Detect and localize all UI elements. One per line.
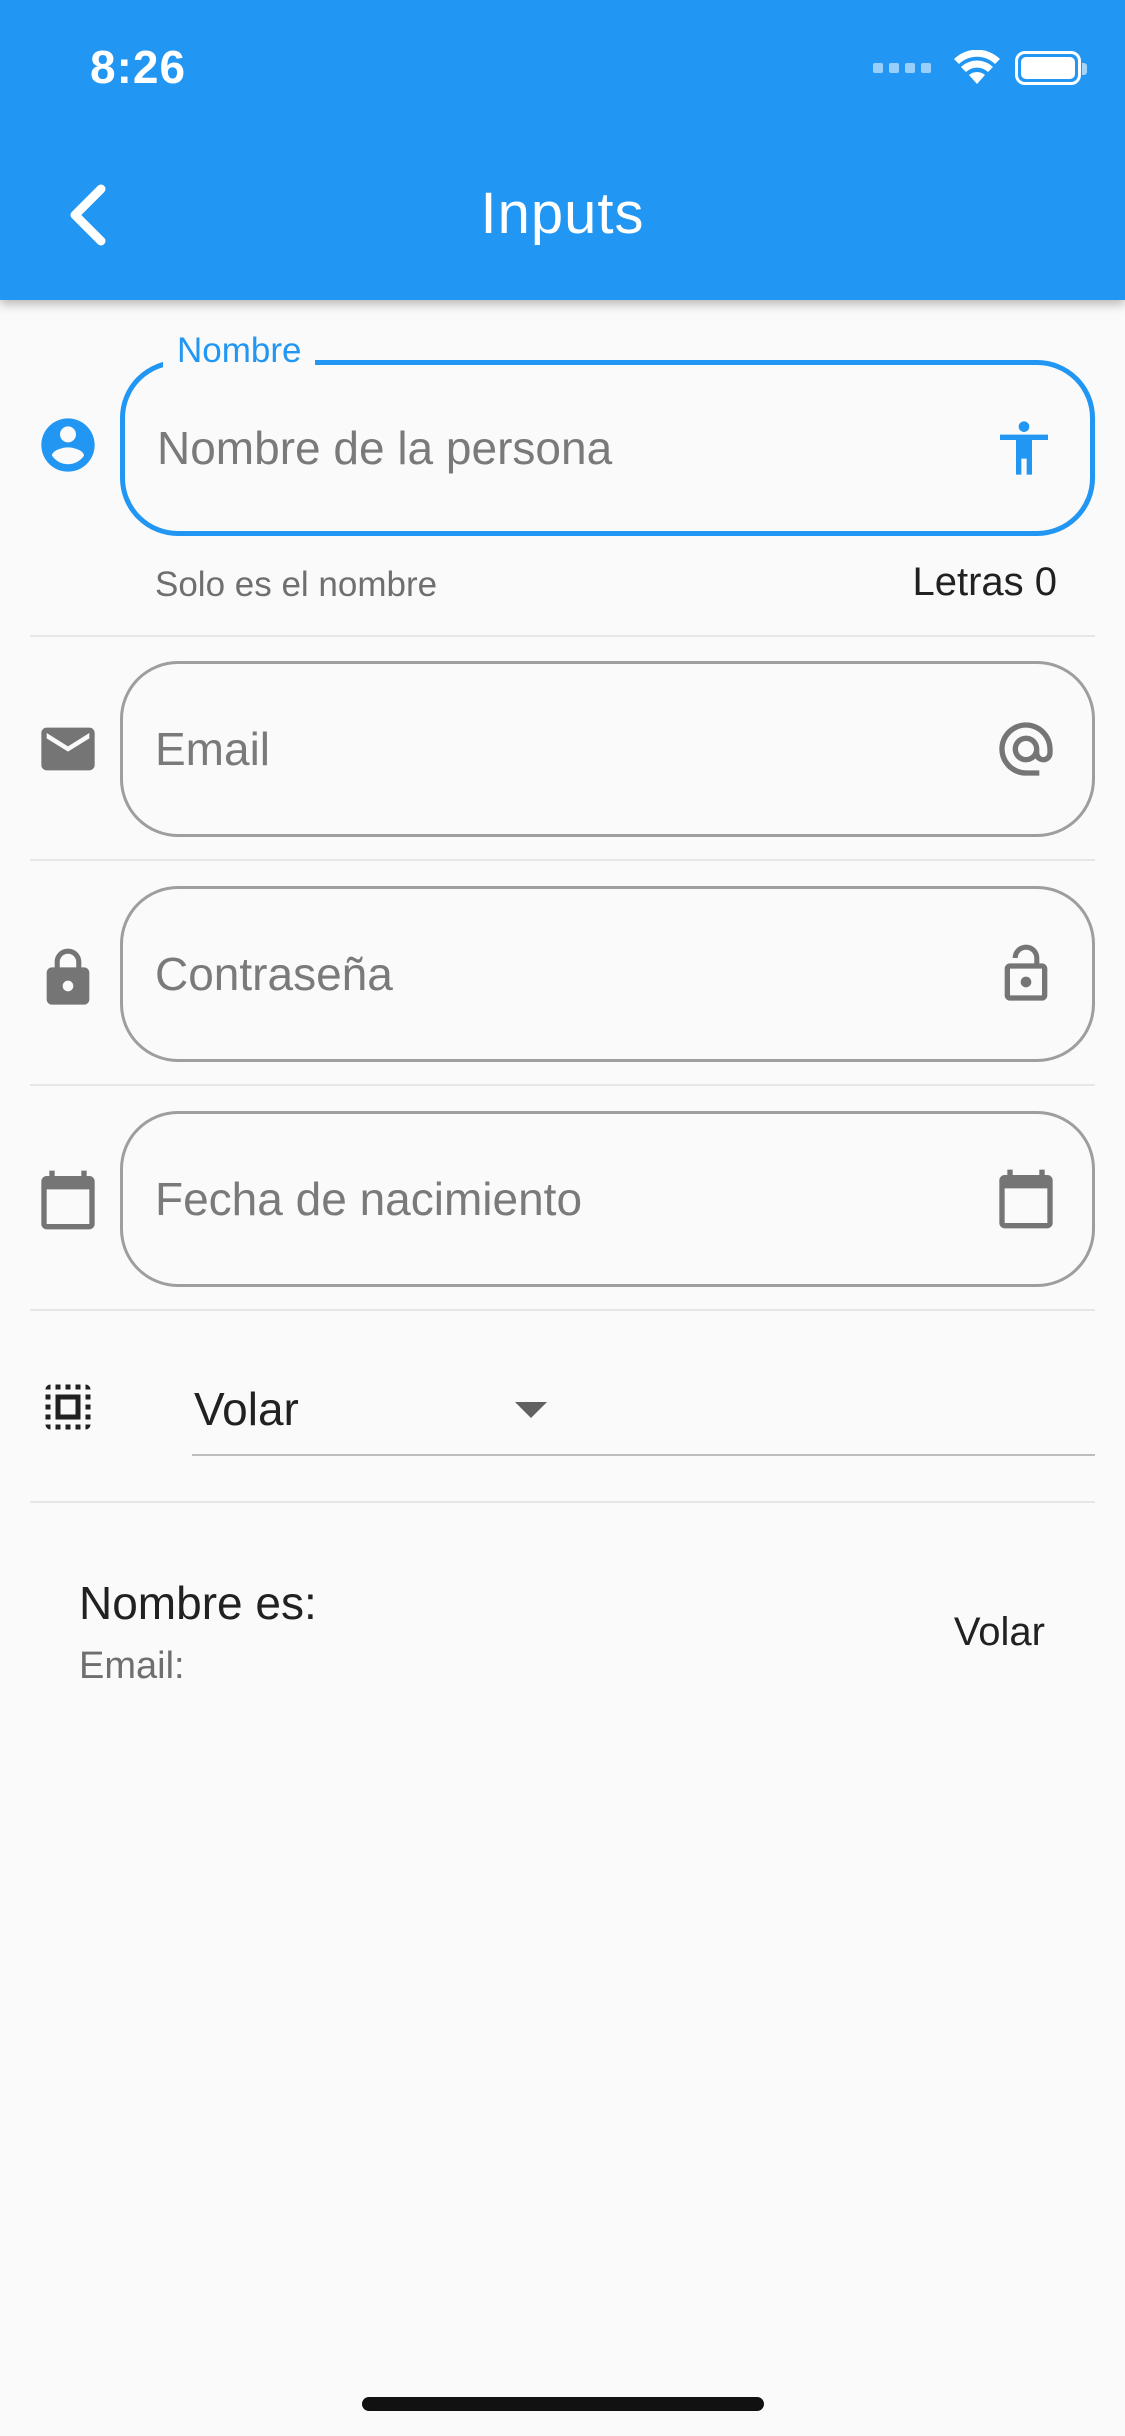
caret-down-icon bbox=[515, 1402, 547, 1418]
name-input[interactable] bbox=[157, 365, 937, 531]
summary-trailing: Volar bbox=[953, 1610, 1045, 1654]
status-icons bbox=[873, 50, 1087, 86]
name-helper-text: Solo es el nombre bbox=[155, 565, 438, 604]
accessibility-icon bbox=[992, 416, 1056, 480]
app-screen: 8:26 Inputs Nombre Nombre de la persona … bbox=[0, 0, 1125, 2436]
summary-subtitle: Email: bbox=[79, 1645, 185, 1687]
dropdown-value: Volar bbox=[194, 1383, 299, 1435]
calendar-icon bbox=[994, 1167, 1058, 1231]
wifi-icon bbox=[954, 50, 1000, 84]
birthdate-field[interactable] bbox=[120, 1111, 1095, 1287]
name-field[interactable]: Nombre bbox=[120, 331, 1095, 536]
birthdate-input[interactable] bbox=[155, 1114, 935, 1284]
select-all-icon bbox=[36, 1375, 100, 1439]
calendar-icon bbox=[36, 1168, 100, 1232]
mail-icon bbox=[36, 717, 100, 781]
app-bar: 8:26 Inputs bbox=[0, 0, 1125, 300]
at-sign-icon bbox=[994, 717, 1058, 781]
lock-open-icon bbox=[994, 942, 1058, 1006]
battery-icon bbox=[1015, 51, 1087, 85]
cellular-signal-icon bbox=[873, 63, 931, 73]
summary-title: Nombre es: bbox=[79, 1577, 317, 1629]
password-field[interactable] bbox=[120, 886, 1095, 1062]
page-title: Inputs bbox=[480, 181, 645, 246]
password-input[interactable] bbox=[155, 889, 935, 1059]
name-counter: Letras 0 bbox=[912, 560, 1057, 604]
status-time: 8:26 bbox=[90, 41, 187, 93]
email-field[interactable] bbox=[120, 661, 1095, 837]
lock-icon bbox=[36, 946, 100, 1010]
option-dropdown[interactable]: Volar bbox=[192, 1370, 1095, 1456]
home-indicator[interactable] bbox=[362, 2397, 764, 2411]
email-input[interactable] bbox=[155, 664, 935, 834]
account-circle-icon bbox=[36, 413, 100, 477]
